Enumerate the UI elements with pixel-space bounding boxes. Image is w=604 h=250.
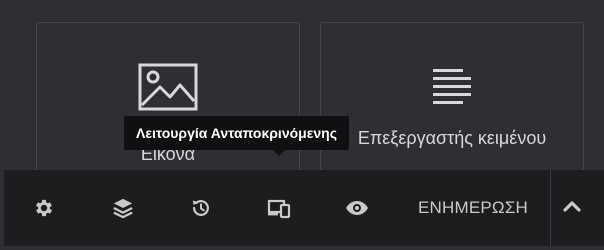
widget-card-text-editor[interactable]: Επεξεργαστής κειμένου: [320, 22, 584, 182]
widget-label-text-editor: Επεξεργαστής κειμένου: [357, 128, 547, 148]
collapse-button[interactable]: [551, 170, 592, 246]
image-icon: [138, 63, 198, 118]
widget-card-image[interactable]: Εικόνα: [36, 22, 300, 182]
responsive-mode-button[interactable]: [240, 170, 318, 246]
settings-button[interactable]: [4, 170, 84, 246]
preview-button[interactable]: [318, 170, 396, 246]
history-button[interactable]: [162, 170, 240, 246]
navigator-button[interactable]: [84, 170, 162, 246]
bottom-toolbar: ΕΝΗΜΕΡΩΣΗ: [4, 170, 604, 246]
text-align-left-icon: [427, 63, 477, 112]
update-button[interactable]: ΕΝΗΜΕΡΩΣΗ: [396, 170, 550, 246]
responsive-mode-tooltip: Λειτουργία Ανταποκρινόμενης: [124, 116, 349, 150]
history-icon: [190, 197, 212, 219]
gear-icon: [33, 197, 55, 219]
tooltip-arrow: [273, 150, 285, 156]
chevron-up-icon: [562, 199, 582, 218]
layers-icon: [112, 197, 134, 219]
widget-panel: Εικόνα Επεξεργαστής κειμένου ΕΝΗΜΕΡΩΣΗ Λ…: [0, 0, 604, 250]
eye-icon: [345, 199, 369, 217]
responsive-mode-icon: [267, 197, 291, 219]
